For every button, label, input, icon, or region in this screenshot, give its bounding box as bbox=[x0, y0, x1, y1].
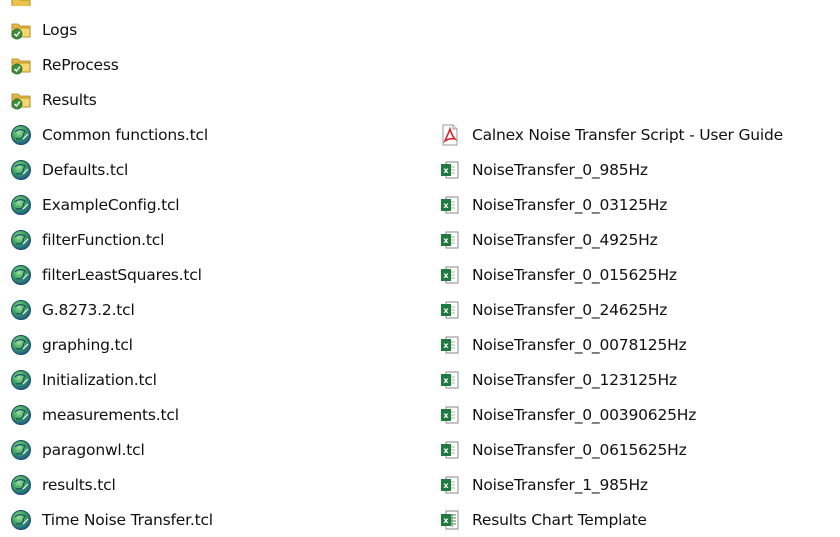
file-item-noisetransfer-0-24625hz[interactable]: x NoiseTransfer_0_24625Hz bbox=[440, 292, 840, 327]
file-name-label: G.8273.2.tcl bbox=[42, 300, 135, 319]
file-name-label: NoiseTransfer_0_0078125Hz bbox=[472, 335, 687, 354]
file-item-paragonwl-tcl[interactable]: paragonwl.tcl bbox=[10, 432, 410, 467]
file-name-label: NoiseTransfer_0_0615625Hz bbox=[472, 440, 687, 459]
svg-text:x: x bbox=[443, 201, 449, 210]
excel-csv-icon: x bbox=[440, 264, 460, 286]
file-item-time-noise-transfer-tcl[interactable]: Time Noise Transfer.tcl bbox=[10, 502, 410, 537]
file-item-noisetransfer-0-015625hz[interactable]: x NoiseTransfer_0_015625Hz bbox=[440, 257, 840, 292]
file-name-label: NoiseTransfer_0_015625Hz bbox=[472, 265, 677, 284]
file-item-results[interactable]: Results bbox=[10, 82, 410, 117]
tcl-script-icon bbox=[10, 159, 32, 181]
file-name-label: NoiseTransfer_0_985Hz bbox=[472, 160, 648, 179]
file-name-label: paragonwl.tcl bbox=[42, 440, 145, 459]
tcl-script-icon bbox=[10, 509, 32, 531]
file-item-results-tcl[interactable]: results.tcl bbox=[10, 467, 410, 502]
file-item-noisetransfer-0-123125hz[interactable]: x NoiseTransfer_0_123125Hz bbox=[440, 362, 840, 397]
svg-text:x: x bbox=[443, 341, 449, 350]
excel-csv-icon: x bbox=[440, 229, 460, 251]
tcl-script-icon bbox=[10, 439, 32, 461]
partial-folder-item[interactable] bbox=[10, 0, 42, 6]
file-name-label: results.tcl bbox=[42, 475, 116, 494]
svg-text:x: x bbox=[443, 411, 449, 420]
svg-text:x: x bbox=[443, 446, 449, 455]
folder-icon bbox=[10, 54, 32, 76]
file-item-noisetransfer-0-00390625hz[interactable]: x NoiseTransfer_0_00390625Hz bbox=[440, 397, 840, 432]
file-item-exampleconfig-tcl[interactable]: ExampleConfig.tcl bbox=[10, 187, 410, 222]
file-item-noisetransfer-0-985hz[interactable]: x NoiseTransfer_0_985Hz bbox=[440, 152, 840, 187]
file-name-label: NoiseTransfer_0_24625Hz bbox=[472, 300, 668, 319]
file-item-defaults-tcl[interactable]: Defaults.tcl bbox=[10, 152, 410, 187]
svg-text:x: x bbox=[443, 166, 449, 175]
tcl-script-icon bbox=[10, 194, 32, 216]
folder-icon bbox=[10, 89, 32, 111]
file-name-label: NoiseTransfer_0_123125Hz bbox=[472, 370, 677, 389]
excel-csv-icon: x bbox=[440, 404, 460, 426]
tcl-script-icon bbox=[10, 334, 32, 356]
file-item-noisetransfer-0-0078125hz[interactable]: x NoiseTransfer_0_0078125Hz bbox=[440, 327, 840, 362]
file-item-filterleastsquares-tcl[interactable]: filterLeastSquares.tcl bbox=[10, 257, 410, 292]
file-name-label: Initialization.tcl bbox=[42, 370, 157, 389]
folder-icon bbox=[10, 0, 32, 6]
file-name-label: Time Noise Transfer.tcl bbox=[42, 510, 213, 529]
file-item-noisetransfer-0-4925hz[interactable]: x NoiseTransfer_0_4925Hz bbox=[440, 222, 840, 257]
left-file-list: Logs ReProcess Results Common functions.… bbox=[10, 12, 410, 537]
svg-text:x: x bbox=[443, 306, 449, 315]
file-item-graphing-tcl[interactable]: graphing.tcl bbox=[10, 327, 410, 362]
excel-template-icon: x bbox=[440, 509, 460, 531]
excel-csv-icon: x bbox=[440, 474, 460, 496]
file-name-label: Defaults.tcl bbox=[42, 160, 129, 179]
file-name-label: NoiseTransfer_1_985Hz bbox=[472, 475, 648, 494]
file-item-reprocess[interactable]: ReProcess bbox=[10, 47, 410, 82]
file-name-label: NoiseTransfer_0_00390625Hz bbox=[472, 405, 697, 424]
tcl-script-icon bbox=[10, 404, 32, 426]
excel-csv-icon: x bbox=[440, 299, 460, 321]
file-item-g-8273-2-tcl[interactable]: G.8273.2.tcl bbox=[10, 292, 410, 327]
tcl-script-icon bbox=[10, 124, 32, 146]
svg-text:x: x bbox=[443, 236, 449, 245]
file-item-noisetransfer-0-03125hz[interactable]: x NoiseTransfer_0_03125Hz bbox=[440, 187, 840, 222]
file-item-noisetransfer-0-0615625hz[interactable]: x NoiseTransfer_0_0615625Hz bbox=[440, 432, 840, 467]
tcl-script-icon bbox=[10, 299, 32, 321]
file-name-label: Calnex Noise Transfer Script - User Guid… bbox=[472, 125, 783, 144]
file-name-label: Common functions.tcl bbox=[42, 125, 208, 144]
file-name-label: Results Chart Template bbox=[472, 510, 647, 529]
folder-icon bbox=[10, 19, 32, 41]
excel-csv-icon: x bbox=[440, 369, 460, 391]
tcl-script-icon bbox=[10, 369, 32, 391]
right-file-list: Calnex Noise Transfer Script - User Guid… bbox=[440, 117, 840, 537]
tcl-script-icon bbox=[10, 229, 32, 251]
svg-text:x: x bbox=[443, 271, 449, 280]
file-item-initialization-tcl[interactable]: Initialization.tcl bbox=[10, 362, 410, 397]
file-name-label: NoiseTransfer_0_03125Hz bbox=[472, 195, 668, 214]
file-item-measurements-tcl[interactable]: measurements.tcl bbox=[10, 397, 410, 432]
file-item-noisetransfer-1-985hz[interactable]: x NoiseTransfer_1_985Hz bbox=[440, 467, 840, 502]
tcl-script-icon bbox=[10, 264, 32, 286]
file-name-label: graphing.tcl bbox=[42, 335, 133, 354]
tcl-script-icon bbox=[10, 474, 32, 496]
excel-csv-icon: x bbox=[440, 194, 460, 216]
file-item-common-functions-tcl[interactable]: Common functions.tcl bbox=[10, 117, 410, 152]
file-name-label: Results bbox=[42, 90, 97, 109]
file-name-label: ExampleConfig.tcl bbox=[42, 195, 180, 214]
file-item-logs[interactable]: Logs bbox=[10, 12, 410, 47]
svg-text:x: x bbox=[443, 516, 449, 525]
svg-text:x: x bbox=[443, 376, 449, 385]
svg-text:x: x bbox=[443, 481, 449, 490]
file-name-label: filterLeastSquares.tcl bbox=[42, 265, 202, 284]
excel-csv-icon: x bbox=[440, 159, 460, 181]
file-name-label: ReProcess bbox=[42, 55, 119, 74]
excel-csv-icon: x bbox=[440, 334, 460, 356]
file-item-filterfunction-tcl[interactable]: filterFunction.tcl bbox=[10, 222, 410, 257]
file-name-label: Logs bbox=[42, 20, 77, 39]
file-name-label: NoiseTransfer_0_4925Hz bbox=[472, 230, 658, 249]
file-name-label: measurements.tcl bbox=[42, 405, 179, 424]
excel-csv-icon: x bbox=[440, 439, 460, 461]
pdf-icon bbox=[440, 124, 460, 146]
file-name-label: filterFunction.tcl bbox=[42, 230, 165, 249]
file-item-results-chart-template[interactable]: x Results Chart Template bbox=[440, 502, 840, 537]
file-item-calnex-noise-transfer-script-user-guide[interactable]: Calnex Noise Transfer Script - User Guid… bbox=[440, 117, 840, 152]
